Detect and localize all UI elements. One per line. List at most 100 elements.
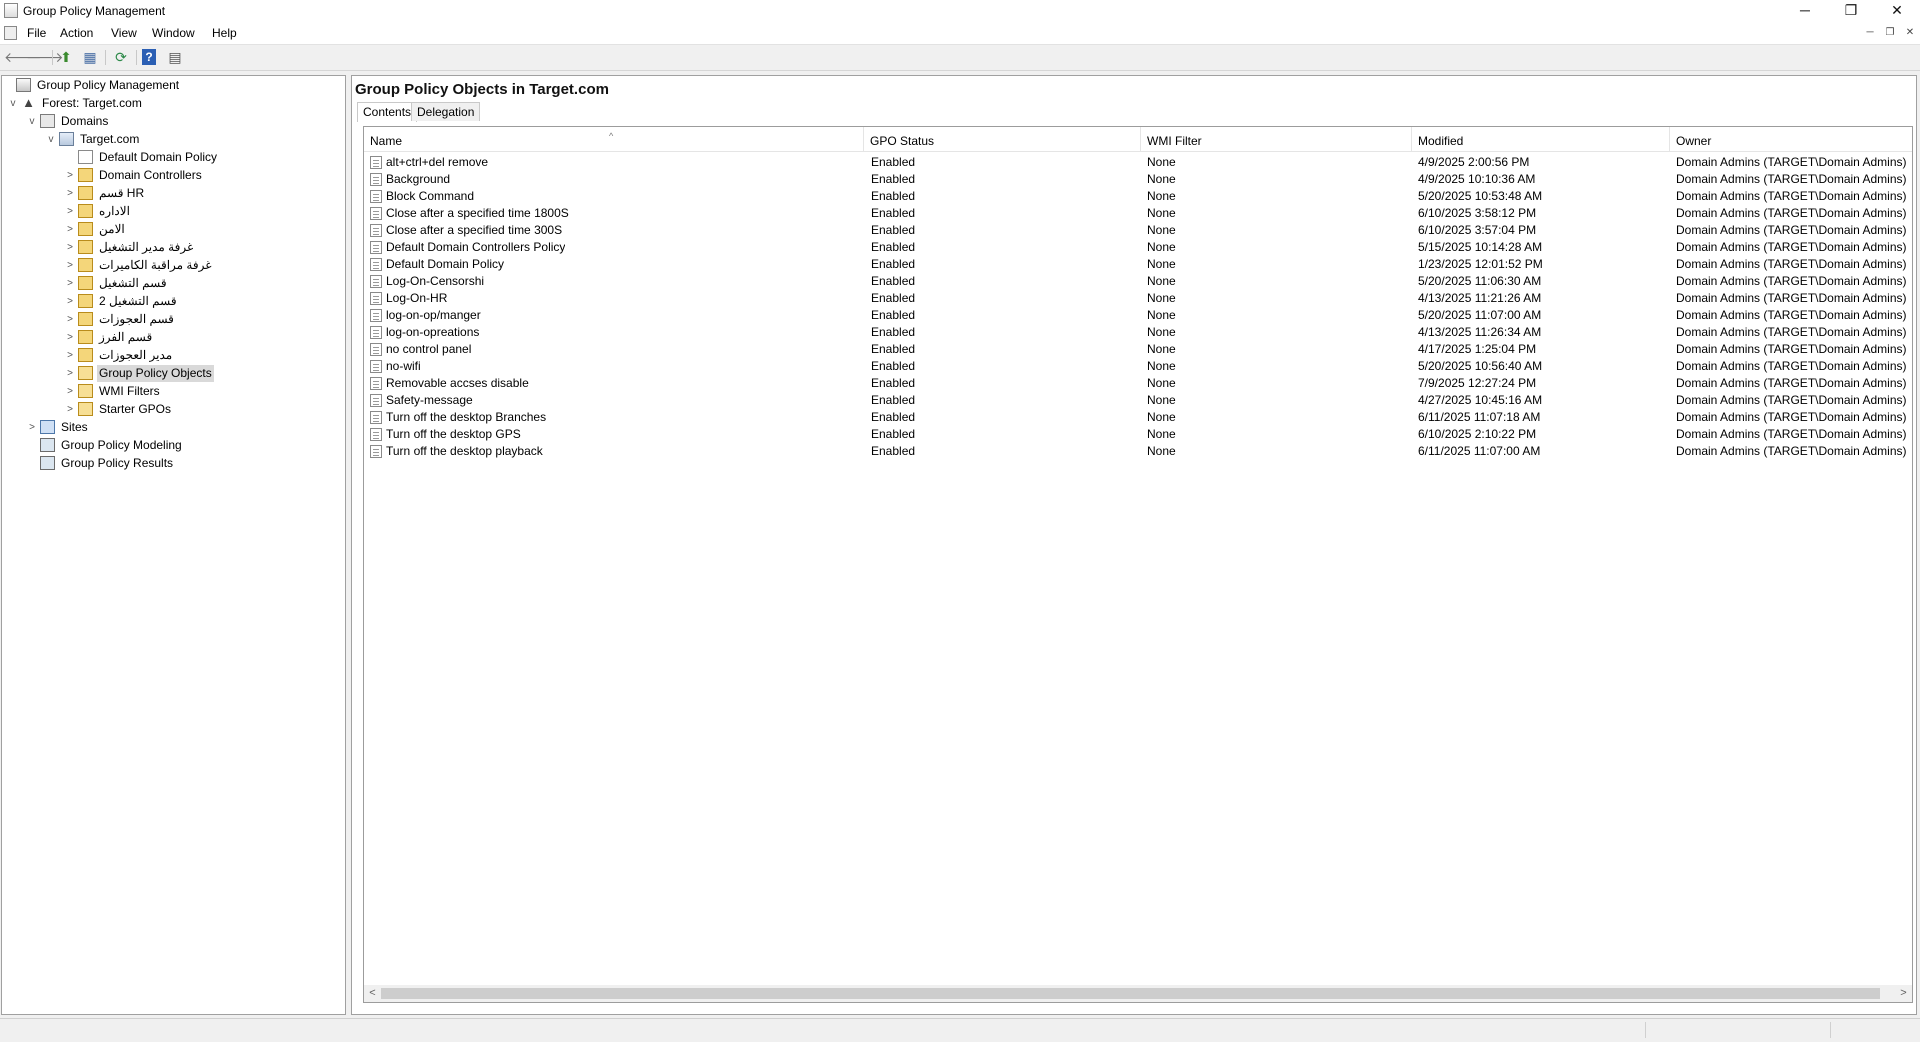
console-document-icon[interactable] <box>4 26 17 40</box>
table-row[interactable]: Close after a specified time 1800S Enable… <box>364 205 1912 222</box>
ou-icon <box>78 258 93 272</box>
mdi-close-button[interactable]: ✕ <box>1902 27 1918 40</box>
toolbar-separator <box>136 50 137 65</box>
table-row[interactable]: Close after a specified time 300S Enabled… <box>364 222 1912 239</box>
table-row[interactable]: no-wifi Enabled None 5/20/2025 10:56:40 AM D… <box>364 358 1912 375</box>
show-hide-tree-icon[interactable]: ▦ <box>81 48 99 66</box>
menu-action[interactable]: Action <box>60 26 93 40</box>
tree-expander[interactable]: > <box>64 365 76 382</box>
tree-expander[interactable]: > <box>64 257 76 274</box>
row-cell-name: no-wifi <box>386 359 421 373</box>
gpo-icon <box>370 258 382 271</box>
folder-icon <box>78 402 93 416</box>
mdi-minimize-button[interactable]: ─ <box>1862 27 1878 40</box>
menu-file[interactable]: File <box>27 26 46 40</box>
scroll-left-icon[interactable]: < <box>364 985 381 1002</box>
sort-up-icon: ^ <box>609 131 614 141</box>
table-row[interactable]: Default Domain Policy Enabled None 1/23/202… <box>364 256 1912 273</box>
tree-expander[interactable]: > <box>64 185 76 202</box>
row-cell-name: Default Domain Controllers Policy <box>386 240 566 254</box>
tree-expander[interactable]: > <box>64 275 76 292</box>
gpo-icon <box>370 173 382 186</box>
table-row[interactable]: Safety-message Enabled None 4/27/2025 10:45… <box>364 392 1912 409</box>
tree-expander[interactable]: > <box>64 167 76 184</box>
gpo-icon <box>370 326 382 339</box>
row-cell-owner: Domain Admins (TARGET\Domain Admins) <box>1676 308 1907 322</box>
refresh-icon[interactable]: ⟳ <box>112 48 130 66</box>
table-row[interactable]: Turn off the desktop Branches Enabled None… <box>364 409 1912 426</box>
table-row[interactable]: alt+ctrl+del remove Enabled None 4/9/2025 2… <box>364 154 1912 171</box>
row-cell-wmi-filter: None <box>1147 257 1176 271</box>
row-cell-name: log-on-opreations <box>386 325 480 339</box>
row-cell-owner: Domain Admins (TARGET\Domain Admins) <box>1676 223 1907 237</box>
forward-arrow-icon[interactable]: 🡒 <box>26 48 64 66</box>
table-row[interactable]: Removable accses disable Enabled None 7/9/2… <box>364 375 1912 392</box>
tree-expander[interactable]: > <box>64 221 76 238</box>
column-header-gpo-status[interactable]: GPO Status <box>864 127 1141 151</box>
tree-item-label: قسم العجوزات <box>99 312 174 326</box>
up-folder-icon[interactable]: ⬆ <box>57 48 75 66</box>
row-cell-wmi-filter: None <box>1147 359 1176 373</box>
ou-icon <box>78 312 93 326</box>
menu-window[interactable]: Window <box>152 26 195 40</box>
row-cell-modified: 4/17/2025 1:25:04 PM <box>1418 342 1537 356</box>
tree-expander[interactable]: > <box>64 239 76 256</box>
row-cell-modified: 6/10/2025 3:58:12 PM <box>1418 206 1537 220</box>
back-arrow-icon[interactable]: 🡐 <box>4 48 42 66</box>
row-cell-owner: Domain Admins (TARGET\Domain Admins) <box>1676 393 1907 407</box>
tree-expander[interactable]: > <box>64 203 76 220</box>
menu-view[interactable]: View <box>111 26 137 40</box>
table-row[interactable]: no control panel Enabled None 4/17/2025 1:2… <box>364 341 1912 358</box>
row-cell-wmi-filter: None <box>1147 155 1176 169</box>
gpo-icon <box>370 445 382 458</box>
column-header-wmi-filter[interactable]: WMI Filter <box>1141 127 1412 151</box>
table-row[interactable]: Log-On-Censorshi Enabled None 5/20/2025 11:… <box>364 273 1912 290</box>
row-cell-wmi-filter: None <box>1147 308 1176 322</box>
tree-expander[interactable]: > <box>64 311 76 328</box>
tree-expander[interactable]: > <box>64 329 76 346</box>
tree-expander[interactable]: > <box>64 347 76 364</box>
gpo-icon <box>370 224 382 237</box>
table-row[interactable]: log-on-op/manger Enabled None 5/20/2025 11:… <box>364 307 1912 324</box>
tree-expander[interactable]: v <box>26 113 38 130</box>
tab-delegation[interactable]: Delegation <box>411 102 481 121</box>
help-icon[interactable]: ? <box>142 49 156 65</box>
scrollbar-thumb[interactable] <box>381 988 1880 999</box>
column-header-owner[interactable]: Owner <box>1670 127 1912 151</box>
close-window-button[interactable]: ✕ <box>1874 0 1920 22</box>
mdi-restore-button[interactable]: ❐ <box>1882 27 1898 40</box>
column-header-name[interactable]: ^ Name <box>364 127 864 151</box>
table-row[interactable]: Default Domain Controllers Policy Enabled… <box>364 239 1912 256</box>
horizontal-scrollbar[interactable]: < > <box>364 985 1912 1002</box>
gpo-icon <box>370 394 382 407</box>
restore-window-button[interactable]: ❐ <box>1828 0 1874 22</box>
row-cell-name: Close after a specified time 1800S <box>386 206 569 220</box>
tab-contents[interactable]: Contents <box>357 102 418 122</box>
show-console-tree-icon[interactable]: ▤ <box>166 48 184 66</box>
table-row[interactable]: Turn off the desktop GPS Enabled None 6/10/… <box>364 426 1912 443</box>
table-row[interactable]: Turn off the desktop playback Enabled None… <box>364 443 1912 460</box>
minimize-window-button[interactable]: ─ <box>1782 0 1828 22</box>
row-cell-wmi-filter: None <box>1147 240 1176 254</box>
table-row[interactable]: Block Command Enabled None 5/20/2025 10:53:… <box>364 188 1912 205</box>
tree-expander[interactable]: v <box>7 95 19 112</box>
table-row[interactable]: log-on-opreations Enabled None 4/13/2025 11… <box>364 324 1912 341</box>
row-cell-owner: Domain Admins (TARGET\Domain Admins) <box>1676 359 1907 373</box>
row-cell-gpo-status: Enabled <box>871 410 916 424</box>
tree-expander[interactable]: > <box>64 383 76 400</box>
table-row[interactable]: Background Enabled None 4/9/2025 10:10:36 A… <box>364 171 1912 188</box>
column-header-modified[interactable]: Modified <box>1412 127 1670 151</box>
tree-expander[interactable]: v <box>45 131 57 148</box>
menu-help[interactable]: Help <box>212 26 237 40</box>
row-cell-modified: 4/27/2025 10:45:16 AM <box>1418 393 1543 407</box>
scroll-right-icon[interactable]: > <box>1895 985 1912 1002</box>
tree-item-label: غرفة مراقبة الكاميرات <box>99 258 212 272</box>
tree-expander[interactable]: > <box>64 293 76 310</box>
tree-item-label: قسم التشغيل 2 <box>99 294 177 308</box>
ou-icon <box>78 240 93 254</box>
row-cell-modified: 4/9/2025 2:00:56 PM <box>1418 155 1530 169</box>
row-cell-gpo-status: Enabled <box>871 206 916 220</box>
tree-expander[interactable]: > <box>64 401 76 418</box>
table-row[interactable]: Log-On-HR Enabled None 4/13/2025 11:21:26 A… <box>364 290 1912 307</box>
tree-expander[interactable]: > <box>26 419 38 436</box>
